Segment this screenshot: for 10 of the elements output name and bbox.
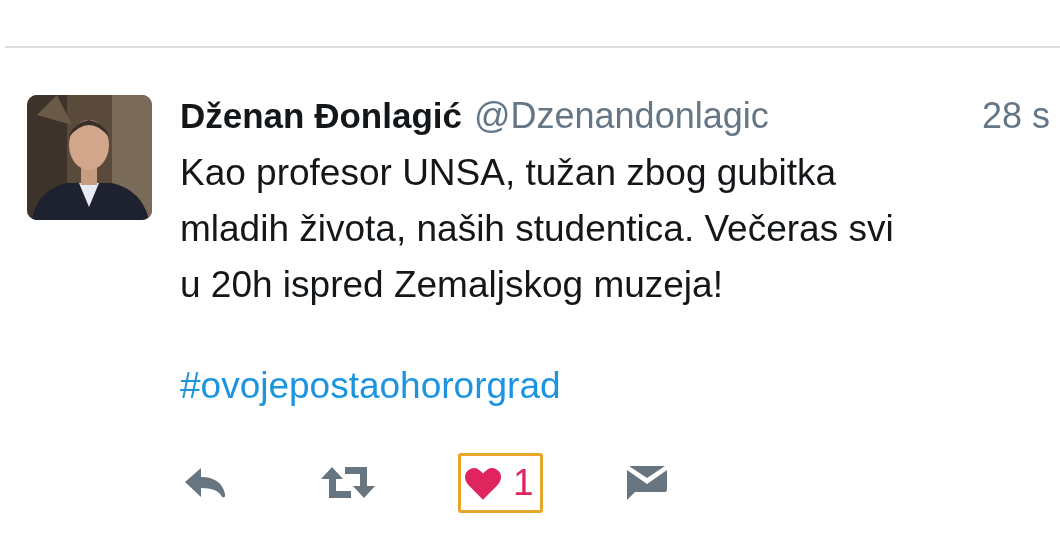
tweet-text: Kao profesor UNSA, tužan zbog gubitka mladih života, naših studentica. Večeras svi u 20h ispred Zemaljskog muzeja! [180, 151, 895, 307]
user-handle: @Dzenandonlagic [474, 95, 769, 137]
message-icon[interactable] [626, 466, 667, 500]
retweet-icon[interactable] [321, 467, 375, 499]
timestamp: 28 s [981, 95, 1051, 137]
like-button[interactable]: 1 [458, 453, 543, 513]
hashtag-link[interactable]: #ovojepostaohororgrad [180, 365, 561, 407]
heart-icon [465, 466, 501, 500]
reply-icon[interactable] [185, 468, 227, 498]
user-name[interactable]: Dženan Đonlagić [180, 96, 462, 136]
